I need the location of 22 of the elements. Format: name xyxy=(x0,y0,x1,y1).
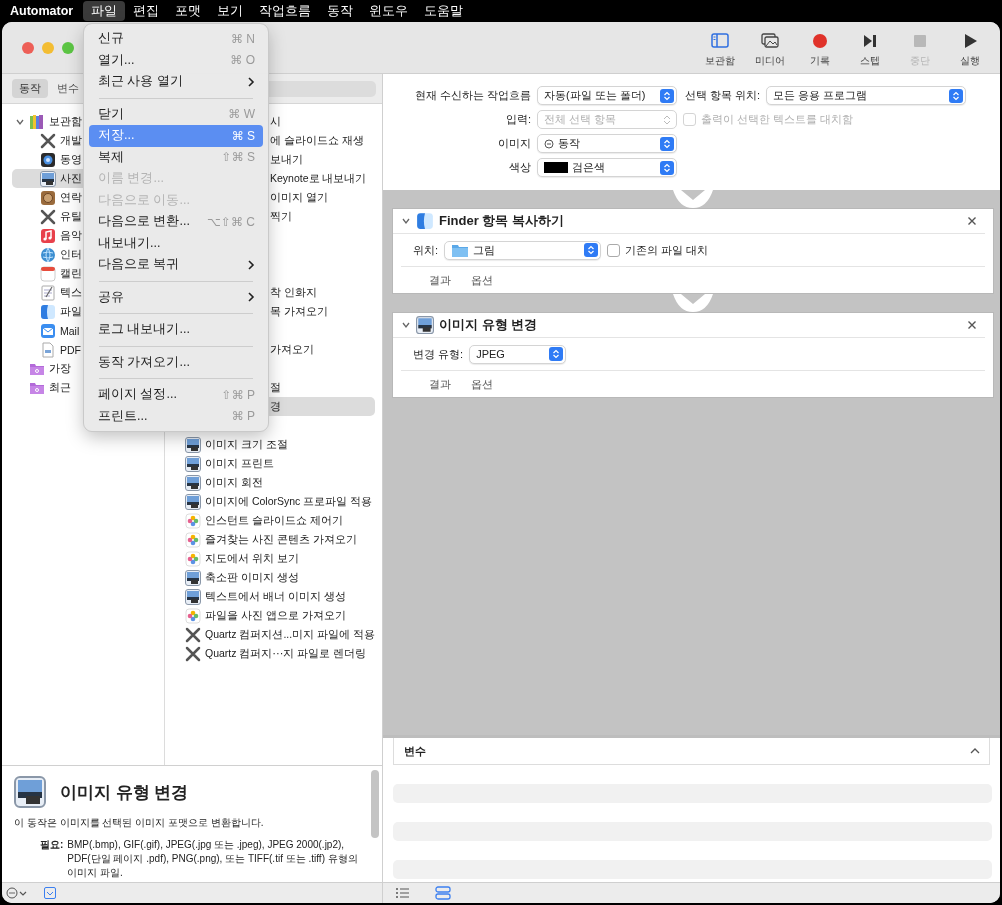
field-label: 변경 유형: xyxy=(413,346,464,362)
shortcut-text: ⌥⇧⌘ C xyxy=(207,214,255,229)
field-label: 선택 항목 위치: xyxy=(684,88,761,103)
field-label: 이미지 xyxy=(497,136,531,151)
shortcut-text: ⌘ W xyxy=(228,107,255,122)
description-text: 이 동작은 이미지를 선택된 이미지 포맷으로 변환합니다. xyxy=(14,816,265,830)
shortcut-text: ⌘ S xyxy=(231,128,255,143)
field-label: 입력: xyxy=(504,112,531,127)
shortcut-text: ⌘ N xyxy=(231,31,255,46)
action-title: Finder 항목 복사하기 xyxy=(439,212,565,230)
panel-title: 변수 xyxy=(404,743,426,759)
field-label: 색상 xyxy=(508,160,531,175)
checkbox-label: 출력이 선택한 텍스트를 대치함 xyxy=(701,111,854,127)
field-label: 현재 수신하는 작업흐름 xyxy=(413,88,531,103)
field-label: 위치: xyxy=(413,242,439,258)
requires-label: 필요: xyxy=(40,838,64,852)
shortcut-text: ⌘ O xyxy=(230,53,255,68)
shortcut-text: ⇧⌘ S xyxy=(221,150,255,165)
description-title: 이미지 유형 변경 xyxy=(60,781,189,804)
checkbox-label: 기존의 파일 대치 xyxy=(625,242,709,258)
requires-text: BMP(.bmp), GIF(.gif), JPEG(.jpg 또는 .jpeg), JPEG 2000(.jp2), PDF(단일 페이지 .pdf), PNG(.png), 또는 TIFF(.tif 또는 .tiff) 유형의 이미지 파일. xyxy=(67,838,358,880)
action-title: 이미지 유형 변경 xyxy=(439,316,539,334)
